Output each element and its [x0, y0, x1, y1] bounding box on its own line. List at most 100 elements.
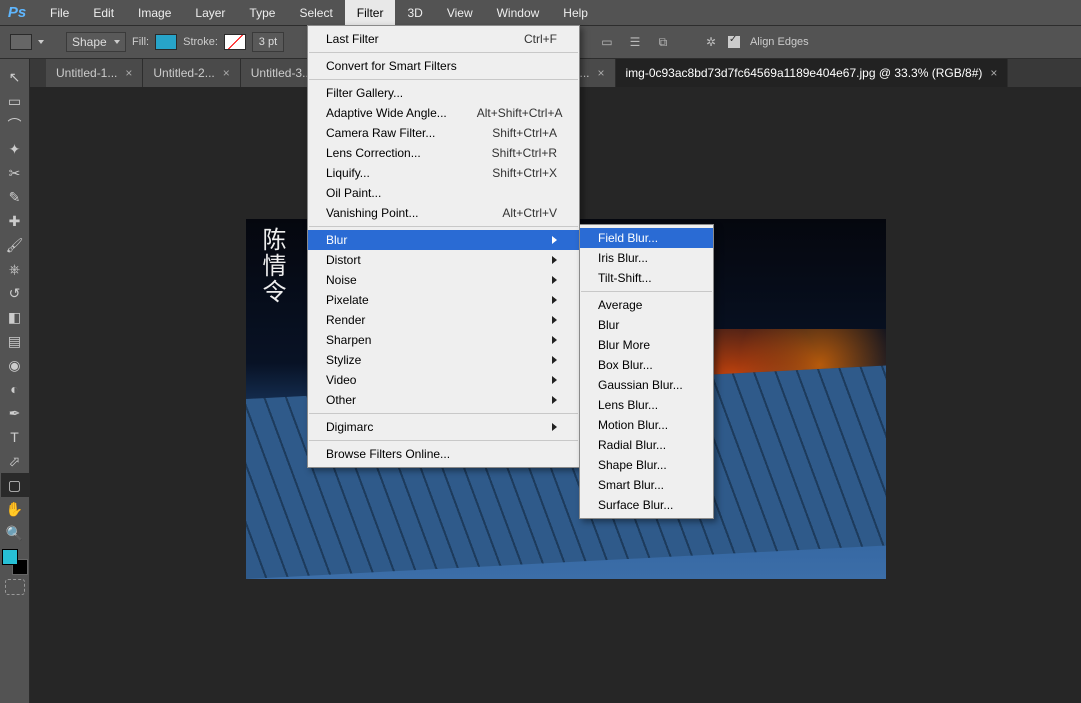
menu-item-iris-blur[interactable]: Iris Blur...: [580, 248, 713, 268]
menu-item-lens-blur[interactable]: Lens Blur...: [580, 395, 713, 415]
close-icon[interactable]: ×: [597, 66, 604, 80]
menu-type[interactable]: Type: [237, 0, 287, 25]
tool-marquee[interactable]: ▭: [1, 89, 29, 113]
menu-edit[interactable]: Edit: [81, 0, 126, 25]
menu-item-label: Blur: [598, 318, 619, 332]
shape-mode-dropdown[interactable]: Shape: [66, 32, 126, 52]
menu-item-other[interactable]: Other: [308, 390, 579, 410]
foreground-background-swatch[interactable]: [2, 549, 28, 575]
menu-file[interactable]: File: [38, 0, 81, 25]
tool-path[interactable]: ⬀: [1, 449, 29, 473]
menu-layer[interactable]: Layer: [183, 0, 237, 25]
menu-item-motion-blur[interactable]: Motion Blur...: [580, 415, 713, 435]
menu-item-video[interactable]: Video: [308, 370, 579, 390]
arrange-icon[interactable]: ⧉: [652, 31, 674, 53]
menu-select[interactable]: Select: [287, 0, 344, 25]
tool-gradient[interactable]: ▤: [1, 329, 29, 353]
menu-item-surface-blur[interactable]: Surface Blur...: [580, 495, 713, 515]
menu-item-lens-correction[interactable]: Lens Correction...Shift+Ctrl+R: [308, 143, 579, 163]
menu-item-blur-more[interactable]: Blur More: [580, 335, 713, 355]
submenu-arrow-icon: [552, 236, 557, 244]
align-edges-checkbox[interactable]: [728, 36, 740, 48]
shortcut-label: Shift+Ctrl+X: [462, 166, 557, 180]
separator: [309, 440, 578, 441]
menu-item-last-filter[interactable]: Last FilterCtrl+F: [308, 29, 579, 49]
tool-zoom[interactable]: 🔍: [1, 521, 29, 545]
stroke-swatch[interactable]: [224, 34, 246, 50]
tool-healing[interactable]: ✚: [1, 209, 29, 233]
tool-hand[interactable]: ✋: [1, 497, 29, 521]
menu-item-shape-blur[interactable]: Shape Blur...: [580, 455, 713, 475]
submenu-arrow-icon: [552, 423, 557, 431]
tool-preset-icon[interactable]: [10, 34, 32, 50]
tool-wand[interactable]: ✦: [1, 137, 29, 161]
menu-item-sharpen[interactable]: Sharpen: [308, 330, 579, 350]
tab-label: Untitled-2...: [153, 66, 214, 80]
menu-item-label: Camera Raw Filter...: [326, 126, 435, 140]
menu-filter[interactable]: Filter: [345, 0, 396, 25]
tool-crop[interactable]: ✂: [1, 161, 29, 185]
align-icon[interactable]: ☰: [624, 31, 646, 53]
menu-item-tilt-shift[interactable]: Tilt-Shift...: [580, 268, 713, 288]
menu-item-browse-filters-online[interactable]: Browse Filters Online...: [308, 444, 579, 464]
document-tab[interactable]: img-0c93ac8bd73d7fc64569a1189e404e67.jpg…: [616, 59, 1009, 87]
tool-eyedropper[interactable]: ✎: [1, 185, 29, 209]
tool-type[interactable]: T: [1, 425, 29, 449]
menu-item-noise[interactable]: Noise: [308, 270, 579, 290]
menu-item-adaptive-wide-angle[interactable]: Adaptive Wide Angle...Alt+Shift+Ctrl+A: [308, 103, 579, 123]
tool-move[interactable]: ↖: [1, 65, 29, 89]
menu-item-camera-raw-filter[interactable]: Camera Raw Filter...Shift+Ctrl+A: [308, 123, 579, 143]
menu-item-label: Sharpen: [326, 333, 371, 347]
menu-item-smart-blur[interactable]: Smart Blur...: [580, 475, 713, 495]
menu-window[interactable]: Window: [485, 0, 552, 25]
stroke-width-input[interactable]: 3 pt: [252, 32, 284, 52]
gear-icon[interactable]: ✲: [700, 31, 722, 53]
ps-logo: Ps: [6, 0, 28, 25]
menu-item-stylize[interactable]: Stylize: [308, 350, 579, 370]
menu-help[interactable]: Help: [551, 0, 600, 25]
menu-item-filter-gallery[interactable]: Filter Gallery...: [308, 83, 579, 103]
path-ops-icon[interactable]: ▭: [596, 31, 618, 53]
menu-item-label: Other: [326, 393, 356, 407]
tool-blur[interactable]: ◉: [1, 353, 29, 377]
close-icon[interactable]: ×: [125, 66, 132, 80]
close-icon[interactable]: ×: [990, 66, 997, 80]
tool-dodge[interactable]: ◐: [1, 377, 29, 401]
menu-item-oil-paint[interactable]: Oil Paint...: [308, 183, 579, 203]
document-tab[interactable]: Untitled-1...×: [46, 59, 143, 87]
menu-item-average[interactable]: Average: [580, 295, 713, 315]
menu-item-label: Radial Blur...: [598, 438, 666, 452]
menu-item-label: Lens Blur...: [598, 398, 658, 412]
tool-eraser[interactable]: ◧: [1, 305, 29, 329]
menu-item-label: Shape Blur...: [598, 458, 667, 472]
close-icon[interactable]: ×: [223, 66, 230, 80]
tool-rectangle[interactable]: ▢: [1, 473, 29, 497]
menu-item-box-blur[interactable]: Box Blur...: [580, 355, 713, 375]
menu-item-blur[interactable]: Blur: [308, 230, 579, 250]
menu-item-blur[interactable]: Blur: [580, 315, 713, 335]
menu-view[interactable]: View: [435, 0, 485, 25]
tool-stamp[interactable]: ⎈: [1, 257, 29, 281]
menu-item-render[interactable]: Render: [308, 310, 579, 330]
menu-item-vanishing-point[interactable]: Vanishing Point...Alt+Ctrl+V: [308, 203, 579, 223]
menu-item-label: Video: [326, 373, 356, 387]
tool-brush[interactable]: 🖌: [1, 233, 29, 257]
menu-item-radial-blur[interactable]: Radial Blur...: [580, 435, 713, 455]
menu-item-label: Blur: [326, 233, 347, 247]
tool-lasso[interactable]: ⌒: [1, 113, 29, 137]
tool-history[interactable]: ↺: [1, 281, 29, 305]
menu-item-label: Surface Blur...: [598, 498, 673, 512]
document-tab[interactable]: Untitled-2... ×: [143, 59, 240, 87]
menu-item-digimarc[interactable]: Digimarc: [308, 417, 579, 437]
menu-item-distort[interactable]: Distort: [308, 250, 579, 270]
fill-swatch[interactable]: [155, 34, 177, 50]
menu-3d[interactable]: 3D: [395, 0, 434, 25]
menu-image[interactable]: Image: [126, 0, 183, 25]
menu-item-liquify[interactable]: Liquify...Shift+Ctrl+X: [308, 163, 579, 183]
tool-pen[interactable]: ✒: [1, 401, 29, 425]
menu-item-field-blur[interactable]: Field Blur...: [580, 228, 713, 248]
menu-item-convert-for-smart-filters[interactable]: Convert for Smart Filters: [308, 56, 579, 76]
quickmask-icon[interactable]: [5, 579, 25, 595]
menu-item-pixelate[interactable]: Pixelate: [308, 290, 579, 310]
menu-item-gaussian-blur[interactable]: Gaussian Blur...: [580, 375, 713, 395]
